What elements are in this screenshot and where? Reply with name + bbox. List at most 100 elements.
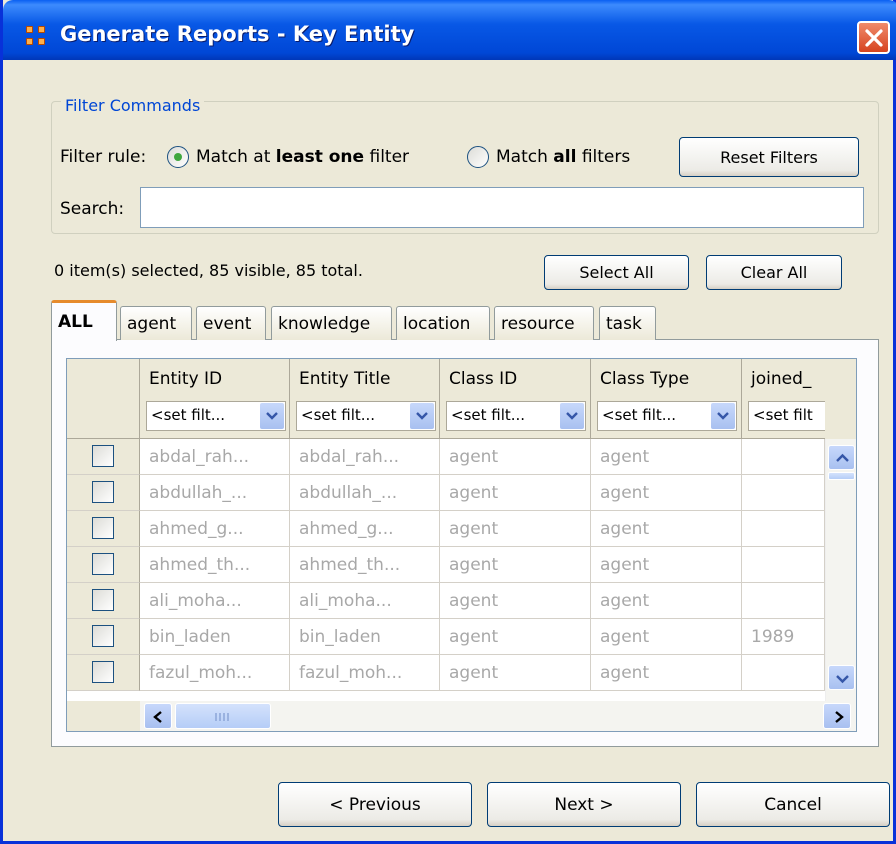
radio-selected-dot (174, 153, 182, 161)
cell-joined (742, 583, 825, 619)
chevron-down-icon[interactable] (560, 403, 584, 429)
cell-joined: 1989 (742, 619, 825, 655)
tab-agent[interactable]: agent (120, 306, 192, 340)
next-button[interactable]: Next > (487, 782, 681, 827)
cell-entity-title: abdullah_... (290, 475, 440, 511)
cell-entity-id: fazul_moh... (140, 655, 290, 691)
cell-entity-title: ali_moha... (290, 583, 440, 619)
column-header-class-type[interactable]: Class Type <set filt... (591, 359, 742, 439)
column-filter-select[interactable]: <set filt... (146, 401, 286, 431)
row-checkbox[interactable] (92, 589, 114, 611)
cell-class-id: agent (440, 511, 591, 547)
app-icon (26, 26, 46, 46)
cell-class-type: agent (591, 547, 742, 583)
cell-class-id: agent (440, 619, 591, 655)
previous-button[interactable]: < Previous (278, 782, 472, 827)
row-checkbox[interactable] (92, 661, 114, 683)
cell-class-id: agent (440, 547, 591, 583)
row-checkbox[interactable] (92, 481, 114, 503)
chevron-down-icon[interactable] (260, 403, 284, 429)
cell-joined (742, 511, 825, 547)
cell-entity-id: ahmed_g... (140, 511, 290, 547)
cell-joined (742, 655, 825, 691)
cell-entity-title: ahmed_th... (290, 547, 440, 583)
column-filter-select[interactable]: <set filt... (446, 401, 586, 431)
select-all-button[interactable]: Select All (544, 255, 689, 290)
column-header-entity-id[interactable]: Entity ID <set filt... (140, 359, 290, 439)
tab-resource[interactable]: resource (494, 306, 594, 340)
row-checkbox[interactable] (92, 625, 114, 647)
chevron-up-icon (836, 453, 849, 462)
cell-class-id: agent (440, 475, 591, 511)
header-right-corner (825, 359, 856, 439)
cell-class-type: agent (591, 655, 742, 691)
scroll-corner (67, 701, 140, 731)
column-filter-select[interactable]: <set filt (748, 401, 828, 431)
chevron-left-icon (153, 711, 162, 723)
cell-entity-id: bin_laden (140, 619, 290, 655)
cell-joined (742, 475, 825, 511)
row-header-corner (67, 359, 140, 439)
cell-class-type: agent (591, 619, 742, 655)
row-checkbox[interactable] (92, 445, 114, 467)
match-least-one-radio[interactable] (167, 146, 189, 168)
tab-location[interactable]: location (396, 306, 490, 340)
cell-class-id: agent (440, 655, 591, 691)
scroll-up-button[interactable] (828, 445, 855, 470)
column-header-entity-title[interactable]: Entity Title <set filt... (290, 359, 440, 439)
chevron-down-icon[interactable] (410, 403, 434, 429)
tab-all[interactable]: ALL (51, 300, 117, 341)
tab-event[interactable]: event (196, 306, 266, 340)
cell-class-id: agent (440, 583, 591, 619)
cell-joined (742, 547, 825, 583)
cell-entity-id: abdullah_... (140, 475, 290, 511)
cell-entity-title: ahmed_g... (290, 511, 440, 547)
match-all-radio[interactable] (467, 146, 489, 168)
row-checkbox[interactable] (92, 553, 114, 575)
row-checkbox[interactable] (92, 517, 114, 539)
scroll-right-button[interactable] (823, 703, 851, 729)
horizontal-scrollbar[interactable] (140, 701, 856, 731)
cell-class-type: agent (591, 583, 742, 619)
tab-task[interactable]: task (599, 306, 656, 340)
selection-status: 0 item(s) selected, 85 visible, 85 total… (54, 261, 363, 280)
window-title: Generate Reports - Key Entity (60, 22, 415, 46)
dialog-window: Generate Reports - Key Entity Filter Com… (0, 0, 896, 844)
vertical-scroll-thumb[interactable] (828, 472, 855, 480)
reset-filters-button[interactable]: Reset Filters (679, 137, 859, 177)
cell-joined (742, 439, 825, 475)
filter-commands-legend: Filter Commands (61, 96, 205, 115)
scroll-left-button[interactable] (144, 703, 172, 729)
match-least-one-label[interactable]: Match at least one filter (196, 147, 409, 167)
column-filter-select[interactable]: <set filt... (597, 401, 737, 431)
entity-table: Entity ID <set filt... Entity Title <set… (66, 358, 857, 732)
cancel-button[interactable]: Cancel (696, 782, 890, 827)
filter-rule-label: Filter rule: (60, 147, 147, 167)
grip-icon (215, 713, 229, 721)
cell-entity-title: abdal_rah... (290, 439, 440, 475)
vertical-scrollbar[interactable] (825, 439, 856, 701)
cell-class-id: agent (440, 439, 591, 475)
chevron-right-icon (835, 711, 844, 723)
title-bar[interactable]: Generate Reports - Key Entity (3, 0, 896, 60)
close-button[interactable] (857, 21, 890, 54)
column-header-joined[interactable]: joined_ <set filt (742, 359, 828, 439)
chevron-down-icon (836, 675, 849, 684)
cell-entity-id: ahmed_th... (140, 547, 290, 583)
cell-entity-title: bin_laden (290, 619, 440, 655)
search-label: Search: (60, 199, 125, 219)
match-all-label[interactable]: Match all filters (496, 147, 630, 167)
scroll-down-button[interactable] (828, 665, 855, 690)
column-header-class-id[interactable]: Class ID <set filt... (440, 359, 591, 439)
cell-entity-id: abdal_rah... (140, 439, 290, 475)
cell-entity-title: fazul_moh... (290, 655, 440, 691)
cell-class-type: agent (591, 475, 742, 511)
search-input[interactable] (140, 187, 864, 228)
horizontal-scroll-thumb[interactable] (175, 703, 271, 729)
clear-all-button[interactable]: Clear All (706, 255, 842, 290)
cell-class-type: agent (591, 439, 742, 475)
chevron-down-icon[interactable] (711, 403, 735, 429)
column-filter-select[interactable]: <set filt... (296, 401, 436, 431)
cell-class-type: agent (591, 511, 742, 547)
tab-knowledge[interactable]: knowledge (271, 306, 392, 340)
